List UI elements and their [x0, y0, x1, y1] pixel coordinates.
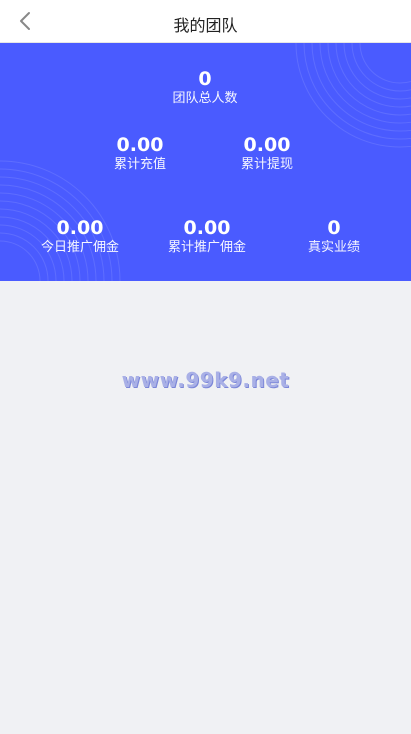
stat-team-total: 0 团队总人数: [155, 68, 255, 107]
stat-label: 今日推广佣金: [40, 240, 119, 255]
watermark-text: www.99k9.net: [121, 368, 290, 392]
stat-total-recharge: 0.00 累计充值: [90, 134, 190, 173]
team-stats-banner: 0 团队总人数 0.00 累计充值 0.00 累计提现 0.00 今日推广佣金 …: [0, 43, 411, 281]
top-nav-bar: 我的团队: [0, 0, 411, 43]
stat-total-withdraw: 0.00 累计提现: [217, 134, 317, 173]
stat-value: 0.00: [243, 134, 291, 156]
stat-value: 0: [198, 68, 212, 90]
stat-total-commission: 0.00 累计推广佣金: [152, 217, 262, 256]
stat-value: 0.00: [116, 134, 164, 156]
stat-value: 0.00: [183, 217, 231, 239]
stat-label: 真实业绩: [307, 240, 360, 255]
stat-label: 累计推广佣金: [167, 240, 246, 255]
stat-label: 团队总人数: [172, 91, 238, 106]
stat-today-commission: 0.00 今日推广佣金: [25, 217, 135, 256]
stat-value: 0: [327, 217, 341, 239]
stat-label: 累计充值: [113, 157, 166, 172]
stat-label: 累计提现: [240, 157, 293, 172]
stat-real-performance: 0 真实业绩: [284, 217, 384, 256]
stat-value: 0.00: [56, 217, 104, 239]
page-title: 我的团队: [173, 16, 238, 35]
